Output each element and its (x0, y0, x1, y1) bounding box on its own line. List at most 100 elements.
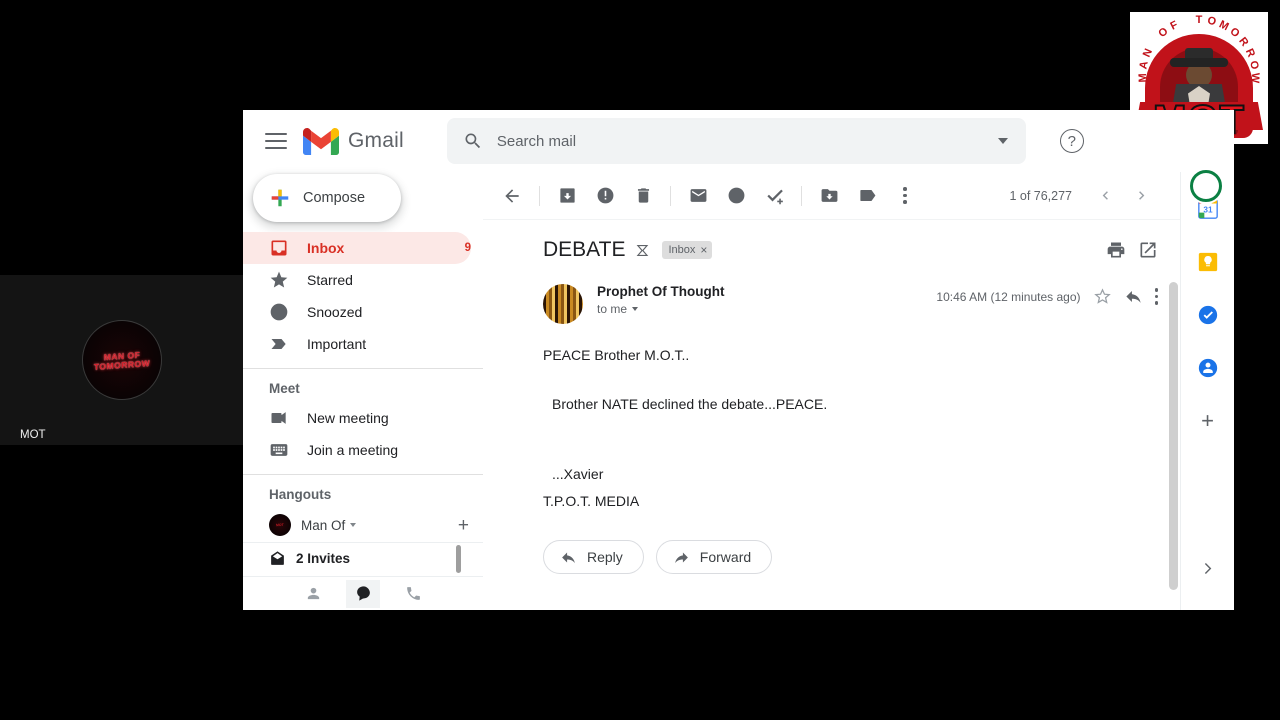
mot-figure-hat-brim (1170, 58, 1228, 67)
mot-arc-letter: R (1236, 35, 1251, 49)
recipient-label: to me (597, 302, 628, 316)
hangouts-tab-calls[interactable] (396, 580, 430, 608)
add-side-panel-app-button[interactable]: + (1201, 410, 1214, 432)
sidebar-item-starred[interactable]: Starred (243, 264, 471, 296)
person-icon (307, 587, 319, 600)
sidebar-item-label: Starred (307, 272, 353, 288)
snooze-button[interactable] (717, 177, 755, 215)
mot-arc-letter: R (1242, 46, 1258, 60)
open-in-new-icon[interactable] (1138, 240, 1158, 260)
compose-button[interactable]: Compose (253, 174, 401, 222)
move-to-folder-button[interactable] (810, 177, 848, 215)
hangouts-tab-contacts[interactable] (296, 580, 330, 608)
add-to-tasks-icon (766, 189, 783, 205)
search-input[interactable] (496, 132, 998, 150)
pagination-text: 1 of 76,277 (1009, 188, 1072, 203)
video-camera-icon (271, 412, 286, 424)
mail-scrollbar[interactable] (1169, 282, 1178, 590)
mail-folder-list: Inbox 9 Starred Snoozed Important (243, 232, 483, 360)
mail-content: DEBATE Inbox × Prophet Of Thought to me … (483, 220, 1180, 610)
chevron-down-icon[interactable] (632, 307, 639, 311)
mot-arc-letter: T (1195, 14, 1203, 26)
sidebar-item-label: Snoozed (307, 304, 363, 320)
chevron-right-icon (1204, 563, 1212, 574)
mark-unread-icon (690, 189, 706, 202)
message-actions: Reply Forward (483, 514, 1180, 575)
sidebar-item-snoozed[interactable]: Snoozed (243, 296, 471, 328)
delete-button[interactable] (624, 177, 662, 215)
toolbar-divider (801, 185, 802, 206)
compose-label: Compose (303, 190, 366, 206)
next-page-button[interactable] (1124, 179, 1158, 213)
hangouts-user-status[interactable]: MOT Man Of + (243, 508, 483, 542)
reply-button[interactable]: Reply (543, 540, 644, 575)
account-avatar[interactable] (1188, 168, 1224, 204)
mark-unread-button[interactable] (679, 177, 717, 215)
star-icon (270, 271, 288, 288)
more-vertical-icon (903, 187, 907, 204)
expand-side-panel-button[interactable] (1199, 560, 1216, 582)
sender-name: Prophet Of Thought (597, 284, 725, 299)
chevron-down-icon[interactable] (350, 523, 357, 527)
reply-arrow-icon[interactable] (1124, 287, 1143, 306)
sidebar-item-important[interactable]: Important (243, 328, 471, 360)
recipient-row[interactable]: to me (597, 302, 724, 316)
sidebar-item-new-meeting[interactable]: New meeting (243, 402, 471, 434)
star-outline-icon[interactable] (1093, 287, 1112, 306)
google-contacts-icon[interactable] (1197, 357, 1219, 379)
previous-page-button[interactable] (1088, 179, 1122, 213)
pagination: 1 of 76,277 (1009, 179, 1180, 213)
labels-button[interactable] (848, 177, 886, 215)
google-keep-icon[interactable] (1197, 251, 1219, 273)
video-avatar-text: MAN OF TOMORROW (93, 349, 151, 371)
mot-arc-letter: N (1140, 46, 1156, 60)
toolbar-divider (539, 185, 540, 206)
message-meta: 10:46 AM (12 minutes ago) (936, 284, 1180, 306)
sidebar-item-label: Inbox (307, 240, 345, 256)
back-button[interactable] (493, 177, 531, 215)
message-timestamp: 10:46 AM (12 minutes ago) (936, 289, 1081, 304)
gmail-brand-text: Gmail (348, 129, 404, 152)
avatar (543, 284, 583, 324)
gmail-sidebar: Compose Inbox 9 Starred Snoozed Importan… (243, 172, 483, 610)
report-spam-button[interactable] (586, 177, 624, 215)
forward-button-label: Forward (699, 549, 752, 566)
hangouts-new-chat-button[interactable]: + (458, 516, 469, 535)
hangouts-invites-item[interactable]: 2 Invites (243, 542, 483, 574)
archive-button[interactable] (548, 177, 586, 215)
gmail-logo-icon (303, 127, 339, 155)
sidebar-item-label: New meeting (307, 410, 389, 426)
side-panel-rail: 31 + (1180, 168, 1234, 610)
close-icon[interactable]: × (700, 243, 707, 257)
gmail-logo[interactable]: Gmail (303, 127, 404, 155)
message-header: Prophet Of Thought to me 10:46 AM (12 mi… (483, 262, 1180, 324)
more-vertical-icon[interactable] (1154, 288, 1158, 305)
envelope-open-icon (271, 551, 284, 565)
move-to-folder-icon (821, 189, 837, 202)
hangouts-section-heading: Hangouts (269, 487, 332, 502)
add-to-tasks-button[interactable] (755, 177, 793, 215)
hangouts-avatar-text: MOT (276, 522, 284, 528)
message-paragraph: Brother NATE declined the debate...PEACE… (552, 395, 828, 412)
hangouts-scrollbar[interactable] (456, 545, 461, 573)
hangouts-user-avatar: MOT (269, 514, 291, 536)
mail-subject-row: DEBATE Inbox × (483, 220, 1180, 262)
print-icon[interactable] (1106, 240, 1126, 260)
reply-button-label: Reply (587, 549, 623, 566)
mail-subject-actions (1106, 240, 1180, 260)
hangouts-tab-chat[interactable] (346, 579, 380, 608)
message-signature-line: ...Xavier (552, 466, 604, 483)
chevron-down-icon[interactable] (997, 138, 1008, 144)
label-chip-inbox[interactable]: Inbox × (662, 241, 713, 259)
hamburger-icon[interactable] (265, 133, 287, 149)
sidebar-item-join-meeting[interactable]: Join a meeting (243, 434, 471, 466)
sidebar-item-inbox[interactable]: Inbox 9 (243, 232, 471, 264)
help-icon[interactable]: ? (1059, 129, 1084, 153)
google-tasks-icon[interactable] (1197, 304, 1219, 326)
message-body: PEACE Brother M.O.T.. Brother NATE decli… (483, 324, 1180, 514)
keyboard-icon (270, 444, 288, 456)
search-bar[interactable] (446, 118, 1026, 164)
forward-button[interactable]: Forward (655, 540, 773, 575)
more-options-button[interactable] (886, 177, 924, 215)
